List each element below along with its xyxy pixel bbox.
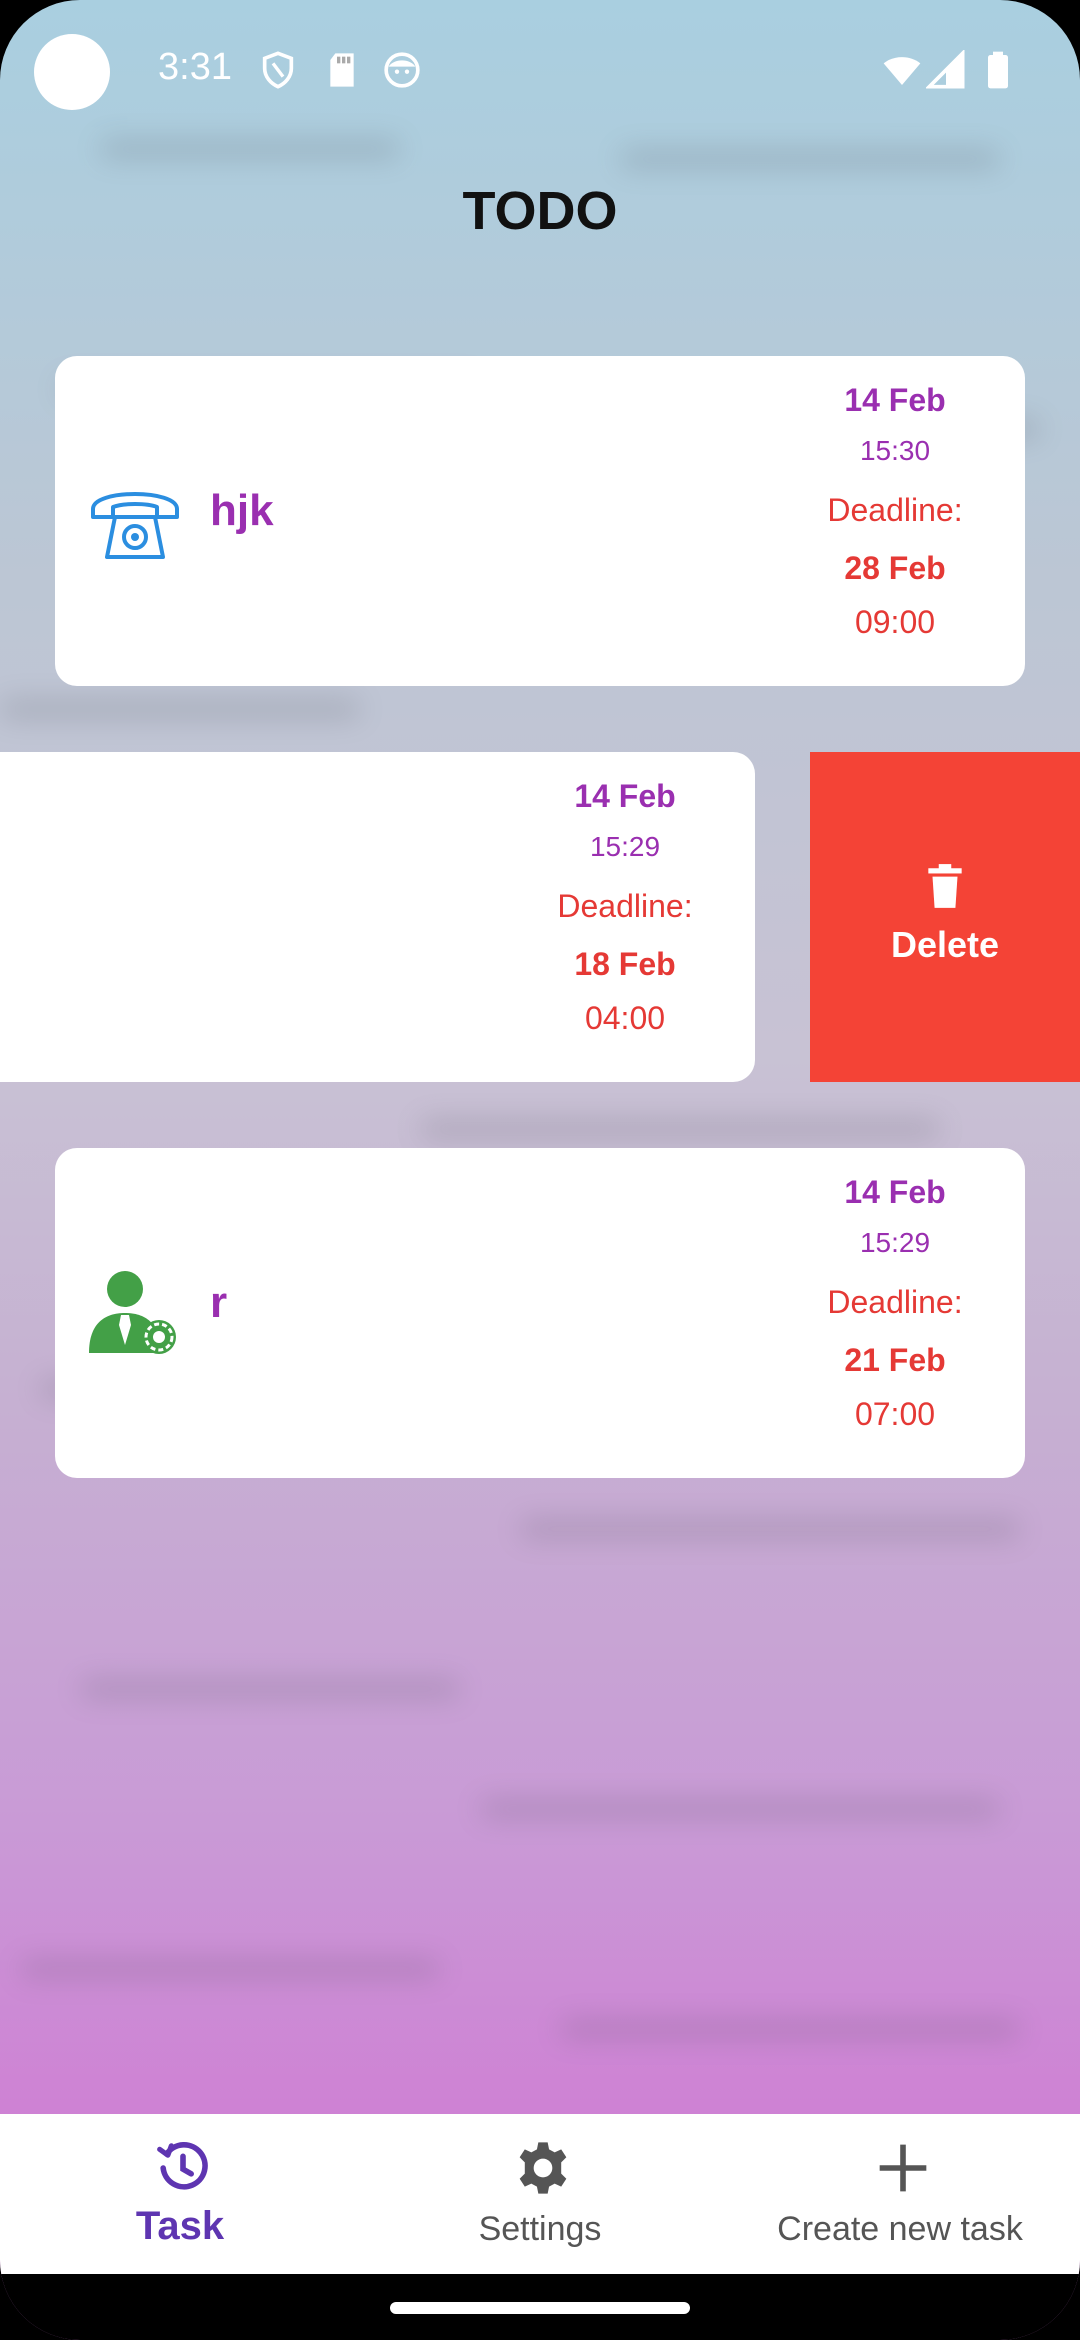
sd-card-icon — [330, 53, 354, 87]
task-card-swiped[interactable]: 14 Feb 15:29 Deadline: 18 Feb 04:00 — [0, 752, 755, 1082]
trash-icon — [928, 864, 962, 908]
created-date: 14 Feb — [844, 1174, 946, 1210]
face-icon — [384, 52, 420, 88]
app-screen: 3:31 TODO hjk 14 Feb 15:30 Deadline: 28 … — [0, 0, 1080, 2340]
bottom-navigation: Task Settings Create new task — [0, 2114, 1080, 2274]
task-dates: 14 Feb 15:30 Deadline: 28 Feb 09:00 — [795, 370, 995, 648]
delete-label: Delete — [890, 924, 1000, 965]
deadline-time: 07:00 — [854, 1396, 936, 1432]
nav-label-settings: Settings — [478, 2210, 602, 2248]
nav-item-settings[interactable]: Settings — [360, 2114, 720, 2274]
created-time: 15:29 — [589, 831, 661, 862]
task-card[interactable]: hjk 14 Feb 15:30 Deadline: 28 Feb 09:00 — [55, 356, 1025, 686]
deadline-date: 18 Feb — [574, 946, 676, 982]
deadline-date: 28 Feb — [844, 550, 946, 586]
battery-icon — [988, 51, 1008, 89]
deadline-label: Deadline: — [557, 888, 693, 924]
deadline-date: 21 Feb — [844, 1342, 946, 1378]
nav-item-create-task[interactable]: Create new task — [720, 2114, 1080, 2274]
created-date: 14 Feb — [574, 778, 676, 814]
deadline-label: Deadline: — [827, 1284, 963, 1320]
created-time: 15:29 — [859, 1227, 931, 1258]
page-title: TODO — [462, 181, 618, 241]
nav-label-create-task: Create new task — [777, 2210, 1023, 2248]
plus-icon — [879, 2144, 927, 2192]
camera-cutout — [34, 34, 110, 110]
task-card[interactable]: r 14 Feb 15:29 Deadline: 21 Feb 07:00 — [55, 1148, 1025, 1478]
home-gesture-bar[interactable] — [390, 2302, 690, 2314]
status-time: 3:31 — [158, 46, 232, 88]
task-title: r — [210, 1278, 228, 1327]
deadline-time: 09:00 — [854, 604, 936, 640]
gesture-navigation-area — [0, 2274, 1080, 2340]
gear-icon — [519, 2142, 567, 2194]
manager-icon — [89, 1271, 176, 1354]
status-bar: 3:31 — [0, 0, 1080, 140]
nav-item-task[interactable]: Task — [0, 2114, 360, 2274]
task-title: hjk — [210, 486, 274, 535]
telephone-icon — [91, 492, 179, 559]
created-date: 14 Feb — [844, 382, 946, 418]
deadline-label: Deadline: — [827, 492, 963, 528]
delete-swipe-action[interactable]: Delete — [810, 752, 1080, 1082]
nav-label-task: Task — [135, 2204, 225, 2248]
task-dates: 14 Feb 15:29 Deadline: 21 Feb 07:00 — [795, 1162, 995, 1440]
deadline-time: 04:00 — [584, 1000, 666, 1036]
task-dates: 14 Feb 15:29 Deadline: 18 Feb 04:00 — [525, 766, 725, 1044]
created-time: 15:30 — [859, 435, 931, 466]
wifi-icon — [883, 57, 921, 85]
clock-history-icon — [157, 2142, 208, 2190]
signal-icon — [926, 50, 965, 89]
shield-icon — [262, 51, 294, 89]
